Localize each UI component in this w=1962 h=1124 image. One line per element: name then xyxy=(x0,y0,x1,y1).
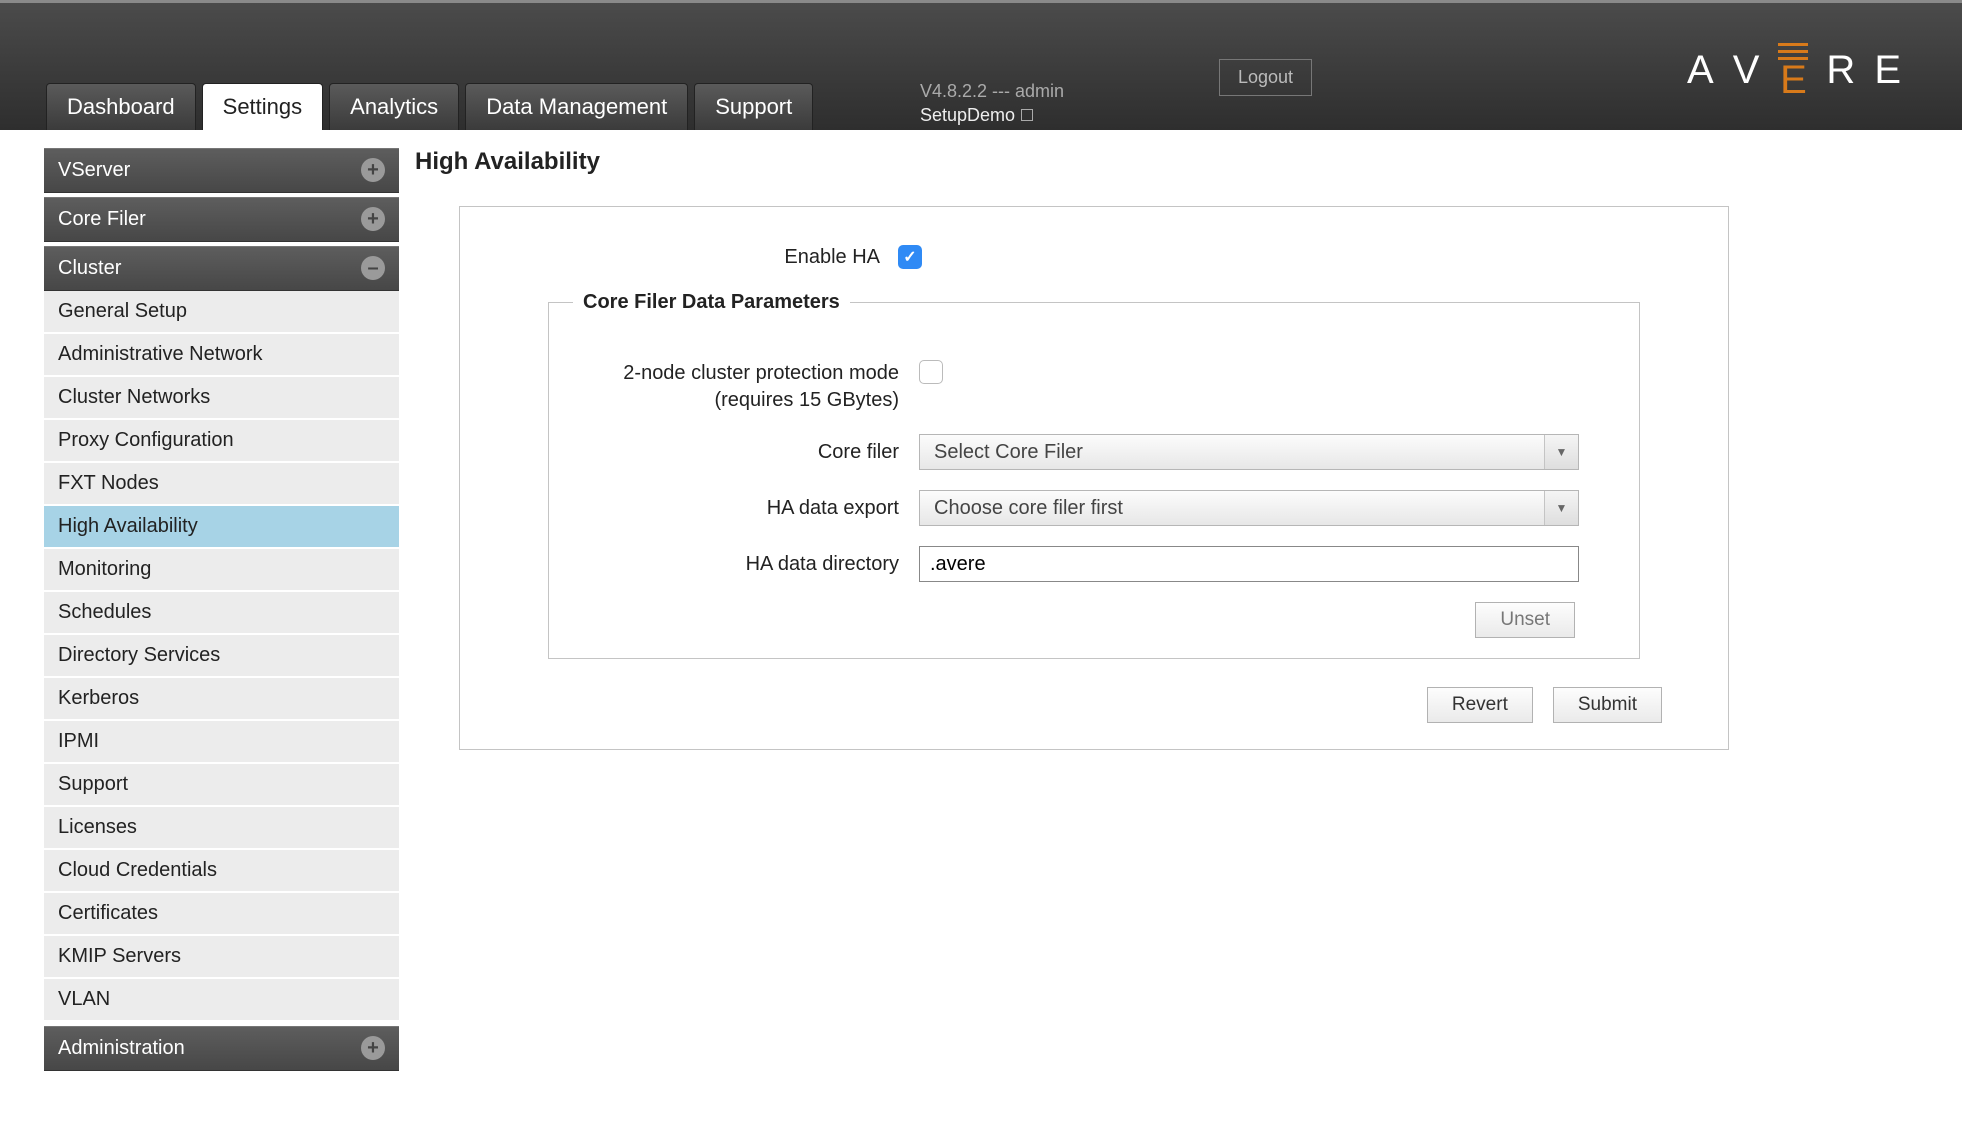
brand-letter-e2: E xyxy=(1874,48,1902,93)
ha-export-label: HA data export xyxy=(579,495,919,522)
sidebar-item-administrative-network[interactable]: Administrative Network xyxy=(44,334,399,377)
cluster-icon xyxy=(1021,109,1033,121)
sidebar-item-kmip-servers[interactable]: KMIP Servers xyxy=(44,936,399,979)
sidebar-item-high-availability[interactable]: High Availability xyxy=(44,506,399,549)
brand-letter-a: A xyxy=(1687,48,1715,93)
ha-export-row: HA data export Choose core filer first ▼ xyxy=(579,490,1609,526)
settings-panel: Enable HA ✓ Core Filer Data Parameters 2… xyxy=(459,206,1729,750)
nav-tabs: Dashboard Settings Analytics Data Manage… xyxy=(46,83,813,130)
chevron-down-icon: ▼ xyxy=(1544,491,1578,525)
sidebar-item-vlan[interactable]: VLAN xyxy=(44,979,399,1022)
ha-export-select-value: Choose core filer first xyxy=(934,497,1123,520)
sidebar-section-label: VServer xyxy=(58,159,130,182)
core-filer-select[interactable]: Select Core Filer ▼ xyxy=(919,434,1579,470)
sidebar-item-licenses[interactable]: Licenses xyxy=(44,807,399,850)
core-filer-select-value: Select Core Filer xyxy=(934,441,1083,464)
core-filer-row: Core filer Select Core Filer ▼ xyxy=(579,434,1609,470)
tab-settings[interactable]: Settings xyxy=(202,83,324,130)
expand-icon: + xyxy=(361,158,385,182)
sidebar-section-label: Core Filer xyxy=(58,208,146,231)
ha-dir-input[interactable] xyxy=(919,546,1579,582)
enable-ha-checkbox[interactable]: ✓ xyxy=(898,245,922,269)
sidebar-item-certificates[interactable]: Certificates xyxy=(44,893,399,936)
tab-data-management[interactable]: Data Management xyxy=(465,83,688,130)
brand-letter-e-accent: E xyxy=(1778,43,1808,98)
sidebar-section-core-filer[interactable]: Core Filer + xyxy=(44,197,399,242)
logout-button[interactable]: Logout xyxy=(1219,59,1312,96)
header-status: V4.8.2.2 --- admin SetupDemo xyxy=(920,79,1064,128)
core-filer-data-parameters: Core Filer Data Parameters 2-node cluste… xyxy=(548,291,1640,659)
two-node-label: 2-node cluster protection mode (requires… xyxy=(579,360,919,414)
cluster-name: SetupDemo xyxy=(920,105,1015,125)
brand-letter-v: V xyxy=(1733,48,1761,93)
tab-analytics[interactable]: Analytics xyxy=(329,83,459,130)
brand-logo: A V E R E xyxy=(1687,43,1902,98)
expand-icon: + xyxy=(361,207,385,231)
sidebar-item-fxt-nodes[interactable]: FXT Nodes xyxy=(44,463,399,506)
core-filer-label: Core filer xyxy=(579,439,919,466)
ha-dir-row: HA data directory xyxy=(579,546,1609,582)
unset-button[interactable]: Unset xyxy=(1475,602,1575,638)
revert-button[interactable]: Revert xyxy=(1427,687,1533,723)
tab-dashboard[interactable]: Dashboard xyxy=(46,83,196,130)
collapse-icon: – xyxy=(361,256,385,280)
expand-icon: + xyxy=(361,1036,385,1060)
sidebar-cluster-items: General Setup Administrative Network Clu… xyxy=(44,291,399,1022)
sidebar-section-label: Cluster xyxy=(58,257,121,280)
main-content: High Availability Enable HA ✓ Core Filer… xyxy=(419,148,1962,1075)
fieldset-legend: Core Filer Data Parameters xyxy=(573,291,850,314)
panel-actions: Revert Submit xyxy=(498,687,1690,723)
sidebar-section-cluster[interactable]: Cluster – xyxy=(44,246,399,291)
sidebar-item-support[interactable]: Support xyxy=(44,764,399,807)
tab-support[interactable]: Support xyxy=(694,83,813,130)
brand-letter-r: R xyxy=(1826,48,1856,93)
sidebar-item-cloud-credentials[interactable]: Cloud Credentials xyxy=(44,850,399,893)
sidebar-item-schedules[interactable]: Schedules xyxy=(44,592,399,635)
top-bar: Logout A V E R E Dashboard Settings Anal… xyxy=(0,0,1962,130)
sidebar-item-monitoring[interactable]: Monitoring xyxy=(44,549,399,592)
ha-dir-label: HA data directory xyxy=(579,551,919,578)
submit-button[interactable]: Submit xyxy=(1553,687,1662,723)
sidebar: VServer + Core Filer + Cluster – General… xyxy=(44,148,399,1075)
two-node-row: 2-node cluster protection mode (requires… xyxy=(579,360,1609,414)
sidebar-item-general-setup[interactable]: General Setup xyxy=(44,291,399,334)
enable-ha-label: Enable HA xyxy=(498,246,898,269)
sidebar-section-vserver[interactable]: VServer + xyxy=(44,148,399,193)
ha-export-select[interactable]: Choose core filer first ▼ xyxy=(919,490,1579,526)
sidebar-item-ipmi[interactable]: IPMI xyxy=(44,721,399,764)
sidebar-item-cluster-networks[interactable]: Cluster Networks xyxy=(44,377,399,420)
sidebar-section-label: Administration xyxy=(58,1037,185,1060)
enable-ha-row: Enable HA ✓ xyxy=(498,245,1690,269)
sidebar-item-proxy-configuration[interactable]: Proxy Configuration xyxy=(44,420,399,463)
sidebar-item-kerberos[interactable]: Kerberos xyxy=(44,678,399,721)
sidebar-item-directory-services[interactable]: Directory Services xyxy=(44,635,399,678)
version-line: V4.8.2.2 --- admin xyxy=(920,79,1064,103)
two-node-checkbox[interactable] xyxy=(919,360,943,384)
page-title: High Availability xyxy=(415,148,1729,176)
chevron-down-icon: ▼ xyxy=(1544,435,1578,469)
sidebar-section-administration[interactable]: Administration + xyxy=(44,1026,399,1071)
